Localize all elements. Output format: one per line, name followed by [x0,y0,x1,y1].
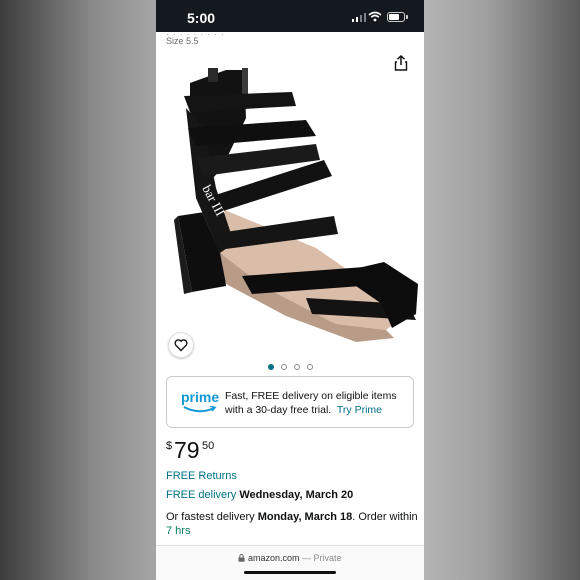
fastest-delivery-date: Monday, March 18 [257,511,353,523]
pagination-dot[interactable] [294,364,300,370]
price-whole: 79 [174,437,200,463]
size-label: Size 5.5 [166,36,199,46]
url-domain: amazon.com [247,553,300,563]
price-currency: $ [166,440,173,452]
status-bar: 5:00 [156,0,424,32]
home-indicator[interactable] [244,571,336,574]
prime-message: Fast, FREE delivery on eligible items wi… [225,389,411,417]
status-time: 5:00 [187,10,216,26]
url-display[interactable]: amazon.com — Private [156,553,424,563]
product-image[interactable]: bar III [156,48,424,360]
product-image-gallery[interactable]: bar III [156,48,424,360]
add-to-list-button[interactable] [168,332,194,358]
prime-smile-icon [183,406,217,413]
delivery-date: Wednesday, March 20 [239,489,354,501]
lock-icon [238,554,245,562]
private-mode-label: Private [313,553,342,563]
background-left [0,0,156,580]
fastest-delivery-info: Or fastest delivery Monday, March 18. Or… [166,511,418,523]
battery-icon [387,12,408,22]
pagination-dot[interactable] [307,364,313,370]
url-separator: — [302,553,312,563]
background-right [424,0,580,580]
try-prime-link[interactable]: Try Prime [337,404,382,416]
prime-promo-banner[interactable]: prime Fast, FREE delivery on eligible it… [166,376,414,428]
order-countdown: 7 hrs [166,525,191,537]
share-icon[interactable] [394,55,408,71]
phone-screen: 5:00 · · · · · · · · · Size 5.5 bar III … [156,0,424,580]
free-delivery-link[interactable]: FREE delivery [166,489,236,501]
fastest-delivery-prefix: Or fastest delivery [166,511,255,523]
heart-icon [174,339,188,352]
cellular-signal-icon [352,12,366,22]
delivery-info: FREE delivery Wednesday, March 20 [166,489,353,501]
fastest-delivery-suffix: . Order within [352,511,418,523]
browser-address-bar[interactable]: amazon.com — Private [156,545,424,580]
pagination-dot[interactable] [281,364,287,370]
wifi-icon [368,11,382,22]
pagination-dot[interactable] [268,364,274,370]
price-fraction: 50 [202,440,215,452]
prime-logo: prime [181,389,221,415]
prime-logo-text: prime [181,389,220,405]
free-returns-link[interactable]: FREE Returns [166,470,237,482]
